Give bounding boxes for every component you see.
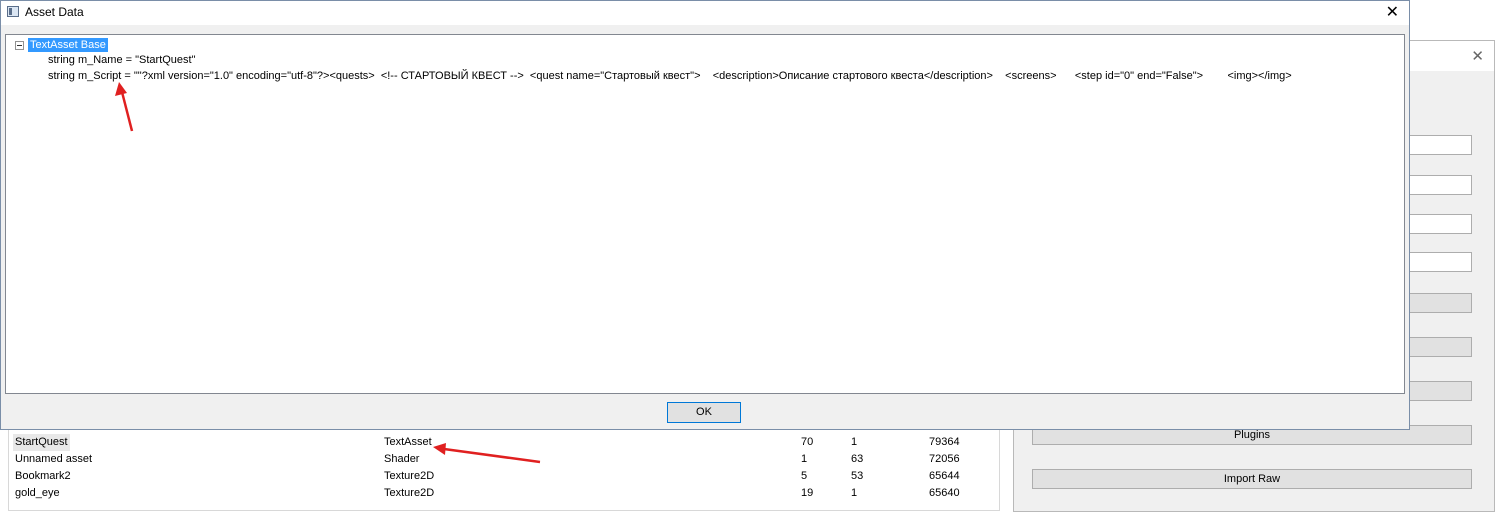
table-row[interactable]: gold_eye Texture2D 19 1 65640	[9, 485, 999, 502]
asset-type: TextAsset	[384, 436, 432, 448]
asset-name: Bookmark2	[15, 470, 71, 482]
tree-node-name[interactable]: string m_Name = "StartQuest"	[48, 54, 196, 66]
asset-file-id: 70	[801, 436, 814, 448]
close-icon[interactable]: ✕	[1471, 47, 1484, 65]
dialog-title: Asset Data	[25, 5, 84, 19]
tree-node-root[interactable]: TextAsset Base	[28, 38, 108, 52]
asset-type: Texture2D	[384, 470, 435, 482]
asset-path-id: 53	[851, 470, 864, 482]
asset-path-id: 1	[851, 487, 858, 499]
asset-file-id: 1	[801, 453, 808, 465]
asset-data-dialog: Asset Data ✕ TextAsset Base string m_Nam…	[0, 0, 1410, 430]
asset-name: StartQuest	[13, 434, 70, 451]
asset-name: Unnamed asset	[15, 453, 93, 465]
table-row[interactable]: StartQuest TextAsset 70 1 79364	[9, 434, 999, 451]
asset-name: gold_eye	[15, 487, 60, 499]
ok-button[interactable]: OK	[667, 402, 741, 423]
dialog-titlebar: Asset Data ✕	[1, 1, 1409, 25]
asset-size: 65640	[929, 487, 960, 499]
table-row[interactable]: Bookmark2 Texture2D 5 53 65644	[9, 468, 999, 485]
asset-type: Texture2D	[384, 487, 435, 499]
asset-size: 65644	[929, 470, 960, 482]
asset-path-id: 63	[851, 453, 864, 465]
asset-file-id: 5	[801, 470, 808, 482]
asset-size: 72056	[929, 453, 960, 465]
asset-path-id: 1	[851, 436, 858, 448]
asset-list: StartQuest TextAsset 70 1 79364 Unnamed …	[8, 425, 1000, 511]
asset-tree-view[interactable]: TextAsset Base string m_Name = "StartQue…	[5, 34, 1405, 394]
app-icon	[7, 6, 19, 17]
table-row[interactable]: Unnamed asset Shader 1 63 72056	[9, 451, 999, 468]
asset-file-id: 19	[801, 487, 814, 499]
tree-node-script[interactable]: string m_Script = ""?xml version="1.0" e…	[48, 70, 1292, 82]
asset-type: Shader	[384, 453, 420, 465]
close-icon[interactable]: ✕	[1386, 2, 1399, 22]
collapse-icon[interactable]	[15, 41, 24, 50]
asset-size: 79364	[929, 436, 960, 448]
import-raw-button[interactable]: Import Raw	[1032, 469, 1472, 489]
